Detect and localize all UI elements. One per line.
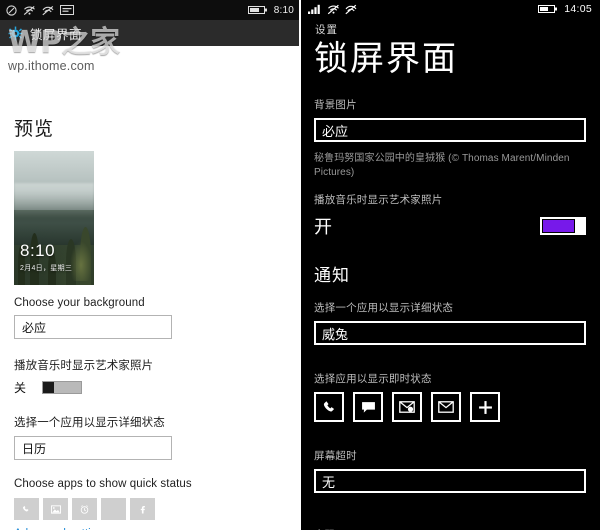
- left-status-icons: [6, 4, 248, 16]
- gear-icon: [8, 26, 23, 41]
- left-title-bar: 锁屏界面: [0, 20, 300, 46]
- detailed-status-value: 日历: [22, 441, 47, 456]
- notifications-section-heading: 通知: [314, 266, 350, 285]
- quick-status-icon-row: [14, 498, 286, 520]
- right-status-icons: [308, 4, 538, 15]
- right-background-label: 背景图片: [314, 99, 357, 111]
- battery-icon: [247, 5, 268, 15]
- right-quick-status-label: 选择应用以显示即时状态: [314, 373, 432, 385]
- preview-date: 2月4日，星期三: [20, 265, 73, 272]
- right-page-title: 锁屏界面: [314, 40, 458, 78]
- quick-status-facebook-icon[interactable]: [130, 498, 155, 520]
- cellular-off-icon: [42, 5, 54, 16]
- panel-divider: [299, 0, 301, 530]
- preview-fog: [14, 183, 94, 218]
- right-artist-photo-toggle-row: 开: [314, 213, 586, 239]
- right-content: 设置 锁屏界面 背景图片 必应 秘鲁玛努国家公园中的皇狨猴 (© Thomas …: [300, 18, 600, 530]
- switch-knob: [43, 382, 54, 393]
- screen-timeout-label: 屏幕超时: [314, 450, 357, 462]
- left-status-bar: 8:10: [0, 0, 300, 20]
- left-status-right: 8:10: [247, 4, 294, 16]
- right-artist-photo-label: 播放音乐时显示艺术家照片: [314, 194, 443, 206]
- right-quick-status-icon-row: [314, 392, 586, 422]
- left-content: 预览 8:10 2月4日，星期三 Choose your background …: [0, 46, 300, 530]
- right-artist-photo-state: 开: [314, 217, 332, 237]
- screen-timeout-select[interactable]: 无: [314, 469, 586, 493]
- photo-credit-caption: 秘鲁玛努国家公园中的皇狨猴 (© Thomas Marent/Minden Pi…: [314, 153, 570, 178]
- cellular-off-icon: [345, 4, 357, 15]
- artist-photo-state: 关: [14, 381, 27, 395]
- artist-photo-switch[interactable]: [42, 381, 82, 394]
- switch-knob: [575, 219, 584, 233]
- right-status-bar: 14:05: [300, 0, 600, 18]
- quick-status-label: Choose apps to show quick status: [14, 478, 192, 490]
- right-detailed-status-label: 选择一个应用以显示详细状态: [314, 302, 454, 314]
- preview-heading: 预览: [14, 119, 55, 140]
- mail-outline-icon[interactable]: [431, 392, 461, 422]
- right-background-select[interactable]: 必应: [314, 118, 586, 142]
- background-select-value: 必应: [22, 320, 47, 335]
- detailed-status-label: 选择一个应用以显示详细状态: [14, 417, 165, 429]
- background-label: Choose your background: [14, 297, 145, 309]
- quick-status-photo-icon[interactable]: [43, 498, 68, 520]
- screen-timeout-value: 无: [322, 474, 336, 490]
- right-phone-settings-panel: 14:05 设置 锁屏界面 背景图片 必应 秘鲁玛努国家公园中的皇狨猴 (© T…: [300, 0, 600, 530]
- background-select[interactable]: 必应: [14, 315, 172, 339]
- battery-icon: [538, 4, 558, 14]
- artist-photo-label: 播放音乐时显示艺术家照片: [14, 360, 154, 372]
- right-artist-photo-switch[interactable]: [540, 217, 586, 235]
- preview-highlight: [70, 241, 92, 281]
- right-status-time: 14:05: [564, 3, 592, 15]
- quick-status-phone-icon[interactable]: [14, 498, 39, 520]
- phone-icon[interactable]: [314, 392, 344, 422]
- wifi-off-icon: [327, 4, 340, 15]
- left-pc-settings-panel: 8:10 锁屏界面 WP之家 wp.ithome.com 预览 8:10 2月4…: [0, 0, 300, 530]
- message-icon[interactable]: [353, 392, 383, 422]
- sim-card-icon: [60, 5, 74, 15]
- nfc-icon: [6, 4, 17, 16]
- switch-fill: [543, 220, 574, 232]
- preview-clock: 8:10: [20, 241, 56, 260]
- right-status-right: 14:05: [538, 3, 592, 15]
- right-background-value: 必应: [322, 123, 349, 139]
- signal-bars-icon: [308, 4, 322, 14]
- right-app-name: 设置: [315, 24, 338, 36]
- right-detailed-status-select[interactable]: 威兔: [314, 321, 586, 345]
- plus-icon[interactable]: [470, 392, 500, 422]
- quick-status-alarm-icon[interactable]: [72, 498, 97, 520]
- left-status-time: 8:10: [273, 4, 294, 16]
- screenshot-root: 8:10 锁屏界面 WP之家 wp.ithome.com 预览 8:10 2月4…: [0, 0, 600, 530]
- left-page-title: 锁屏界面: [30, 27, 83, 42]
- lockscreen-preview[interactable]: 8:10 2月4日，星期三: [14, 151, 94, 285]
- artist-photo-toggle-row: 关: [14, 379, 286, 396]
- wifi-off-icon: [23, 5, 36, 16]
- right-detailed-status-value: 威兔: [322, 326, 349, 342]
- detailed-status-select[interactable]: 日历: [14, 436, 172, 460]
- mail-filled-icon[interactable]: [392, 392, 422, 422]
- quick-status-empty-icon[interactable]: [101, 498, 126, 520]
